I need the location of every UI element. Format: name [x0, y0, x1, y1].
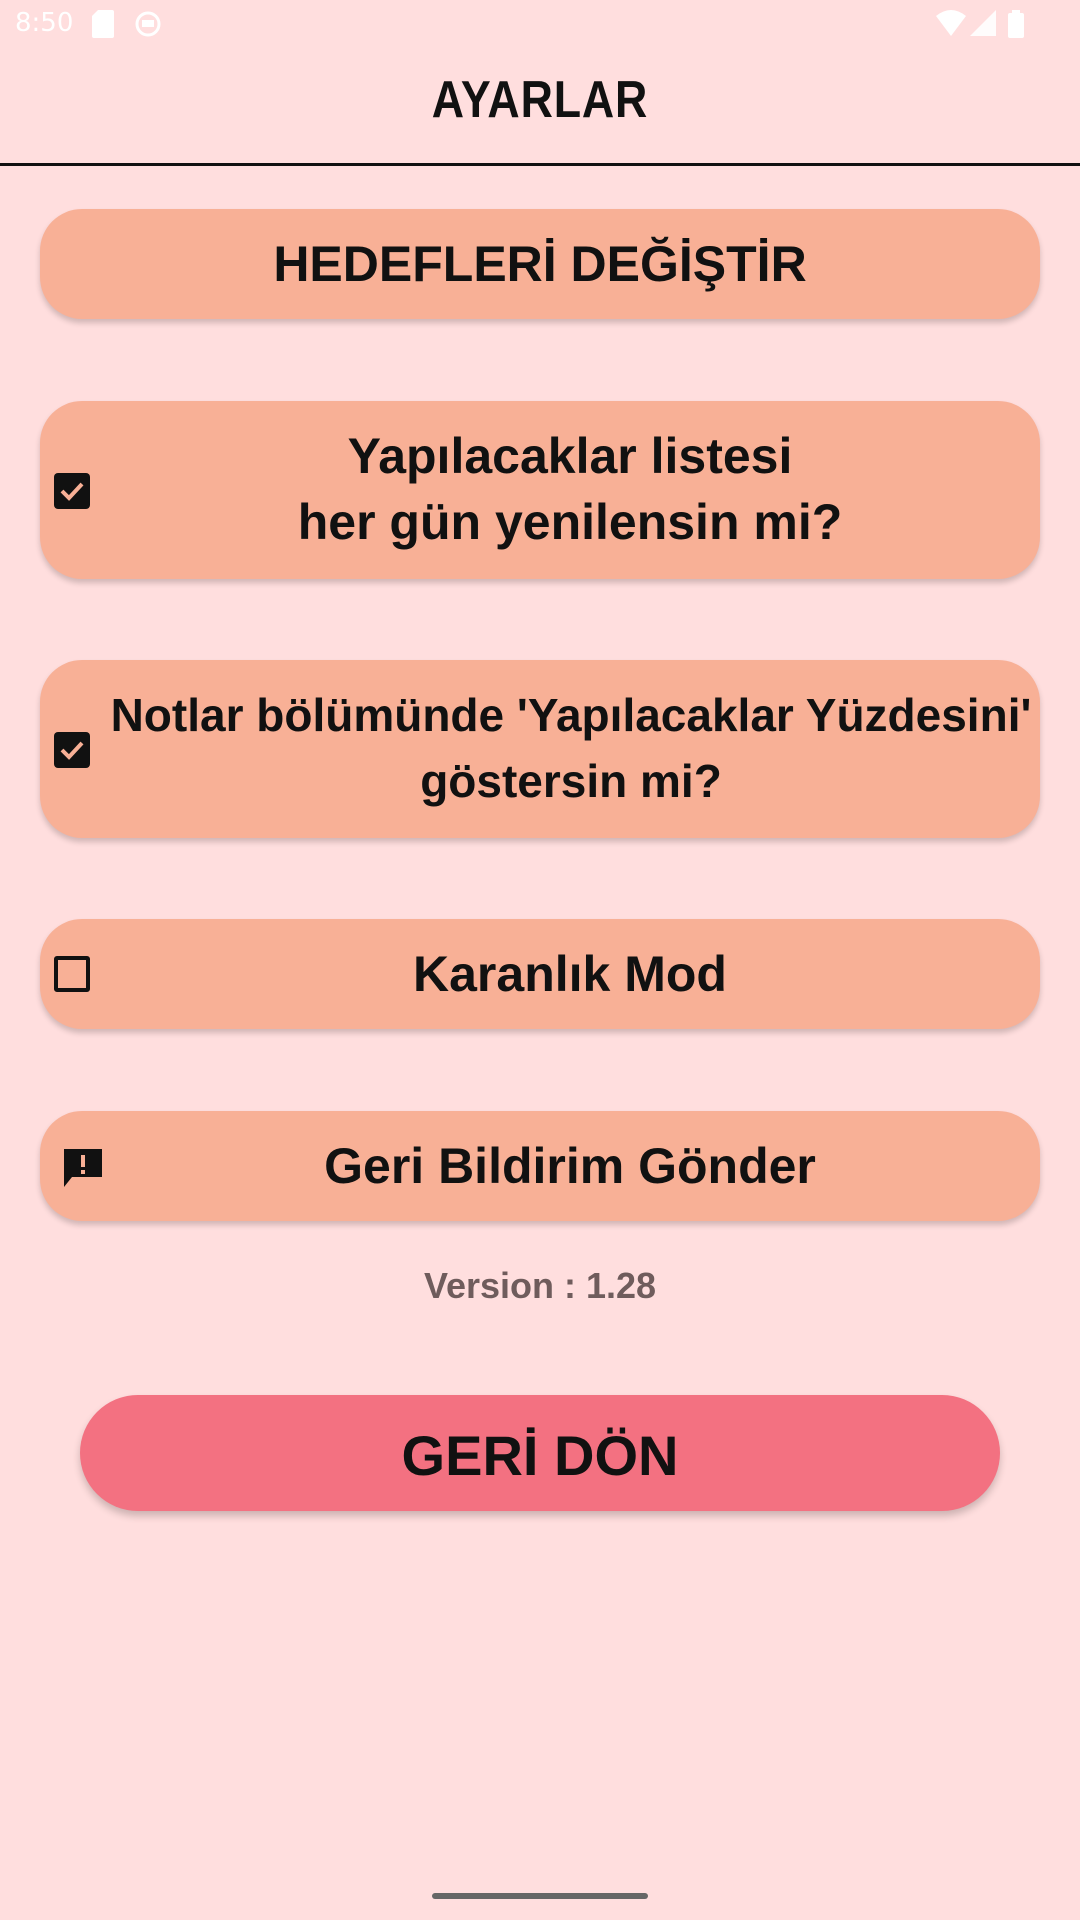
daily-reset-line2: her gün yenilensin mi?	[297, 494, 843, 550]
change-goals-button[interactable]: HEDEFLERİ DEĞİŞTİR	[40, 209, 1040, 319]
send-feedback-button[interactable]: Geri Bildirim Gönder	[40, 1111, 1040, 1221]
app-notification-icon	[135, 11, 161, 37]
back-button-label: GERİ DÖN	[401, 1424, 679, 1487]
show-percentage-toggle[interactable]: Notlar bölümünde 'Yapılacaklar Yüzdesini…	[40, 660, 1040, 838]
dark-mode-checkbox[interactable]	[54, 956, 90, 992]
check-icon	[60, 741, 84, 760]
feedback-icon	[64, 1149, 102, 1187]
wifi-icon	[936, 10, 966, 36]
page-title: AYARLAR	[431, 71, 649, 129]
sd-card-icon	[92, 10, 114, 38]
show-percentage-line2: göstersin mi?	[420, 755, 722, 807]
title-divider	[0, 163, 1080, 166]
daily-reset-toggle[interactable]: Yapılacaklar listesi her gün yenilensin …	[40, 401, 1040, 579]
show-percentage-line1: Notlar bölümünde 'Yapılacaklar Yüzdesini…	[110, 689, 1032, 741]
check-icon	[60, 482, 84, 501]
back-button[interactable]: GERİ DÖN	[80, 1395, 1000, 1511]
status-bar: 8:50	[0, 0, 1080, 48]
dark-mode-label: Karanlık Mod	[413, 946, 727, 1002]
change-goals-label: HEDEFLERİ DEĞİŞTİR	[273, 236, 807, 292]
daily-reset-checkbox[interactable]	[54, 473, 90, 509]
status-time: 8:50	[15, 8, 74, 38]
daily-reset-line1: Yapılacaklar listesi	[347, 428, 793, 484]
dark-mode-toggle[interactable]: Karanlık Mod	[40, 919, 1040, 1029]
battery-icon	[1008, 10, 1024, 38]
send-feedback-label: Geri Bildirim Gönder	[324, 1138, 816, 1194]
cell-signal-icon	[970, 10, 996, 36]
daily-reset-label: Yapılacaklar listesi her gün yenilensin …	[100, 423, 1040, 555]
home-indicator[interactable]	[432, 1893, 648, 1899]
version-text: Version : 1.28	[423, 1265, 657, 1306]
show-percentage-label: Notlar bölümünde 'Yapılacaklar Yüzdesini…	[102, 682, 1040, 814]
show-percentage-checkbox[interactable]	[54, 732, 90, 768]
